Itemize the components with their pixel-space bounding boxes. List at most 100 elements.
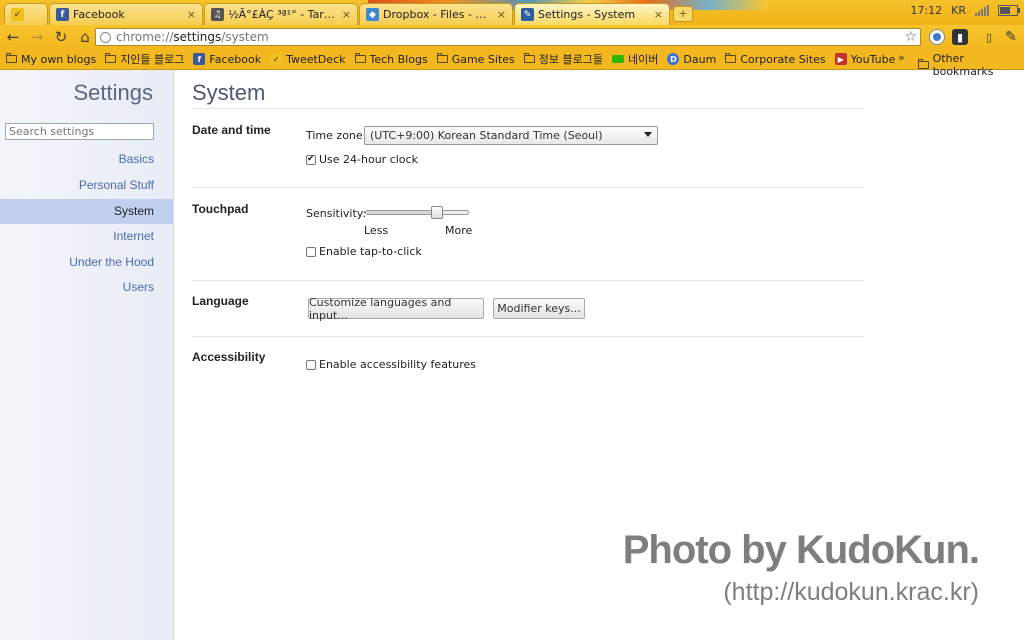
bookmark-item[interactable]: f Facebook [193, 53, 261, 66]
folder-icon [436, 53, 448, 63]
bookmark-item[interactable]: 정보 블로그들 [523, 51, 603, 67]
section-heading-touchpad: Touchpad [192, 202, 249, 216]
tab-title: Settings - System [538, 8, 636, 21]
timezone-select[interactable]: (UTC+9:00) Korean Standard Time (Seoul) [364, 126, 658, 145]
close-icon[interactable]: × [187, 8, 196, 21]
bookmark-item[interactable]: My own blogs [6, 53, 96, 66]
sidebar-item-under-the-hood[interactable]: Under the Hood [0, 250, 173, 275]
bookmark-item[interactable]: Game Sites [436, 53, 515, 66]
search-settings-input[interactable] [5, 123, 154, 140]
tweetdeck-icon: ✓ [11, 8, 24, 21]
sensitivity-slider-thumb[interactable] [431, 206, 444, 219]
facebook-icon: f [56, 8, 69, 21]
tab-music[interactable]: ♫ ½Ã°£ÀÇ ³ª¹° - Taru - M... × [204, 3, 358, 25]
folder-icon [523, 53, 535, 63]
sidebar-item-internet[interactable]: Internet [0, 224, 173, 249]
clock24-checkbox[interactable]: Use 24-hour clock [306, 153, 418, 166]
page-title: System [192, 80, 266, 105]
bookmarks-bar: My own blogs 지인들 블로그 f Facebook ✓ TweetDec… [0, 49, 1024, 78]
clock24-label: Use 24-hour clock [319, 153, 418, 166]
close-icon[interactable]: × [497, 8, 506, 21]
tweetdeck-icon: ✓ [270, 53, 283, 65]
dropdown-arrow-icon [644, 132, 652, 137]
address-bar[interactable]: chrome://settings/system ☆ [95, 28, 921, 46]
timezone-label: Time zone: [306, 129, 367, 142]
battery-extension-icon[interactable]: ▯ [981, 29, 997, 45]
divider [192, 280, 864, 281]
ime-indicator[interactable]: KR [951, 4, 966, 17]
customize-languages-button[interactable]: Customize languages and input... [308, 296, 484, 322]
accessibility-checkbox[interactable]: Enable accessibility features [306, 358, 476, 371]
bookmark-item[interactable]: ✓ TweetDeck [270, 53, 346, 66]
bookmark-item[interactable]: Tech Blogs [354, 53, 428, 66]
settings-sidebar: Settings Basics Personal Stuff System In… [0, 70, 174, 640]
tab-dropbox[interactable]: ◆ Dropbox - Files - Simpl... × [359, 3, 513, 25]
checkbox-icon[interactable] [306, 246, 316, 257]
reload-icon[interactable]: ↻ [50, 26, 72, 48]
watermark-title: Photo by KudoKun. [622, 528, 980, 572]
timezone-value: (UTC+9:00) Korean Standard Time (Seoul) [370, 129, 603, 142]
slider-fill [366, 211, 440, 214]
sidebar-item-personal-stuff[interactable]: Personal Stuff [0, 173, 173, 198]
wrench-icon: ✎ [521, 8, 534, 21]
modifier-keys-button[interactable]: Modifier keys... [493, 298, 585, 319]
phone-extension-icon[interactable]: ▮ [952, 29, 968, 45]
forward-icon[interactable]: → [26, 26, 48, 48]
naver-icon [612, 55, 625, 63]
folder-icon [725, 53, 737, 63]
tap-to-click-checkbox[interactable]: Enable tap-to-click [306, 245, 422, 258]
tab-settings[interactable]: ✎ Settings - System × [514, 3, 670, 25]
youtube-icon: ▶ [834, 53, 847, 65]
sensitivity-slider-track[interactable] [365, 210, 469, 215]
divider [192, 108, 864, 109]
checkbox-icon[interactable] [306, 154, 316, 165]
home-icon[interactable]: ⌂ [74, 26, 96, 48]
tab-facebook[interactable]: f Facebook × [49, 3, 203, 25]
accessibility-label: Enable accessibility features [319, 358, 477, 371]
clock: 17:12 [910, 4, 943, 17]
folder-icon [6, 53, 17, 63]
bookmark-star-icon[interactable]: ☆ [904, 29, 917, 45]
headphones-icon: ♫ [211, 8, 224, 21]
new-tab-button[interactable]: + [673, 6, 693, 22]
browser-toolbar: ← → ↻ ⌂ chrome://settings/system ☆ ▮ ▯ ✎ [0, 25, 1024, 49]
back-icon[interactable]: ← [2, 26, 24, 48]
wrench-menu-icon[interactable]: ✎ [1003, 29, 1019, 45]
slider-more-label: More [445, 224, 473, 237]
tab-title: Facebook [73, 8, 125, 21]
wifi-signal-icon[interactable] [975, 5, 989, 16]
bookmarks-overflow-icon[interactable]: » [898, 51, 905, 64]
daum-icon: D [667, 53, 680, 65]
tab-tweetdeck[interactable]: ✓ [4, 3, 48, 25]
url-text: chrome://settings/system [116, 30, 269, 44]
bookmark-item[interactable]: 네이버 [612, 51, 658, 67]
tap-to-click-label: Enable tap-to-click [319, 245, 422, 258]
bookmark-item[interactable]: 지인들 블로그 [105, 51, 184, 67]
watermark-url: (http://kudokun.krac.kr) [723, 578, 979, 606]
tab-strip: ✓ f Facebook × ♫ ½Ã°£ÀÇ ³ª¹° - Taru - M.… [0, 0, 1024, 25]
chrome-extension-icon[interactable] [929, 29, 945, 45]
sidebar-item-system[interactable]: System [0, 199, 173, 224]
page-info-icon[interactable] [100, 31, 111, 43]
system-tray: 17:12 KR [910, 4, 1020, 17]
sidebar-item-basics[interactable]: Basics [0, 147, 173, 172]
section-heading-accessibility: Accessibility [192, 350, 266, 364]
battery-icon[interactable] [998, 5, 1020, 16]
section-heading-language: Language [192, 294, 249, 308]
bookmark-item[interactable]: D Daum [667, 53, 716, 66]
sidebar-title: Settings [73, 80, 154, 105]
section-heading-date-time: Date and time [192, 123, 271, 137]
close-icon[interactable]: × [654, 8, 663, 21]
sensitivity-label: Sensitivity: [306, 207, 367, 220]
slider-less-label: Less [364, 224, 389, 237]
checkbox-icon[interactable] [306, 359, 316, 370]
tab-title: ½Ã°£ÀÇ ³ª¹° - Taru - M... [228, 8, 338, 21]
bookmark-item[interactable]: Corporate Sites [725, 53, 826, 66]
bookmark-item[interactable]: ▶ YouTube [834, 53, 895, 66]
folder-icon [918, 59, 929, 69]
dropbox-icon: ◆ [366, 8, 379, 21]
tab-title: Dropbox - Files - Simpl... [383, 8, 493, 21]
sidebar-item-users[interactable]: Users [0, 275, 173, 300]
close-icon[interactable]: × [342, 8, 351, 21]
other-bookmarks[interactable]: Other bookmarks [918, 52, 1024, 78]
